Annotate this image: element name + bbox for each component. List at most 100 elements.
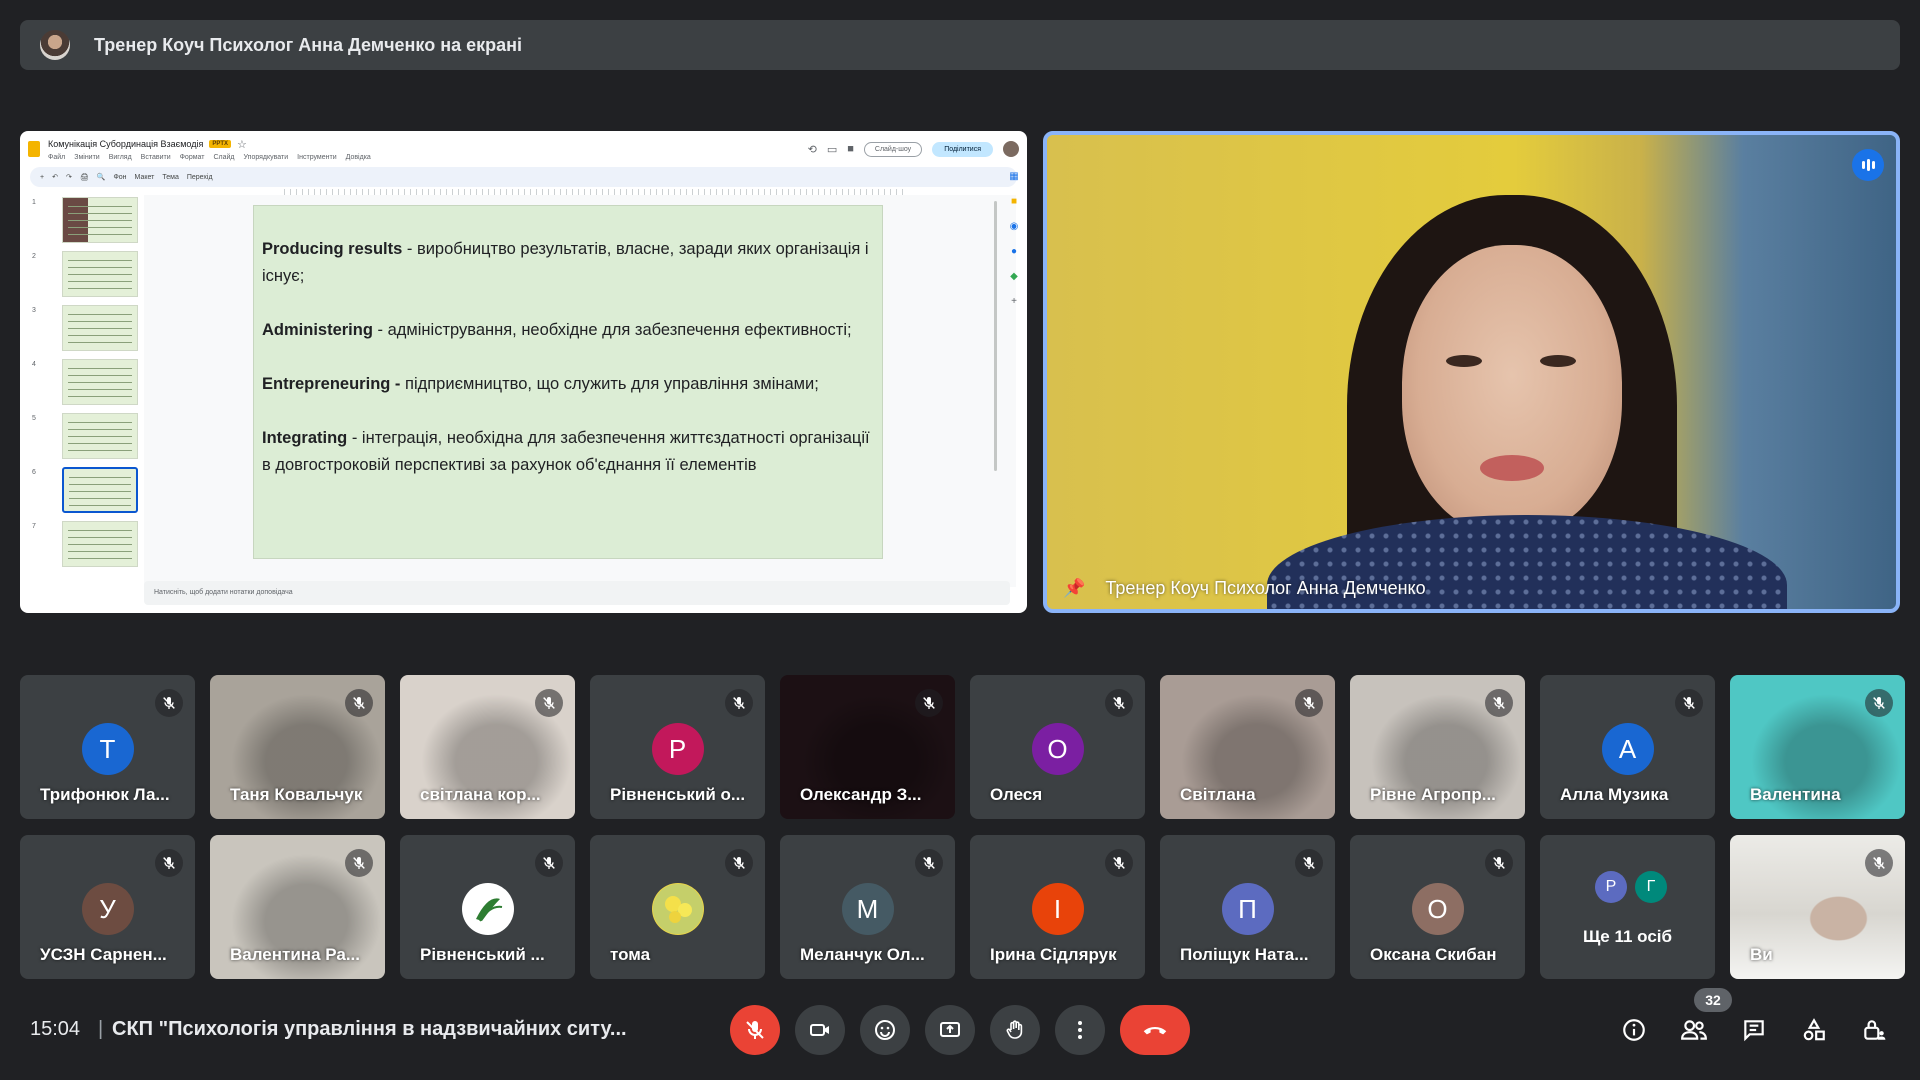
- slide-thumbnail-row: 6: [26, 465, 142, 519]
- slides-menu-item: Інструменти: [297, 153, 337, 161]
- people-icon: [1681, 1020, 1707, 1040]
- participant-tile[interactable]: тома: [590, 835, 765, 979]
- presentation-tile[interactable]: Комунікація Субординація Взаємодія PPTX …: [20, 131, 1027, 613]
- participant-name: Валентина Ра...: [230, 945, 360, 964]
- mic-off-icon: [1105, 849, 1133, 877]
- participants-count-badge: 32: [1694, 988, 1732, 1012]
- participant-name: Валентина: [1750, 785, 1841, 804]
- mini-avatar: Г: [1635, 871, 1667, 903]
- slides-menu-item: Формат: [179, 153, 205, 161]
- participant-video-tile[interactable]: Валентина: [1730, 675, 1905, 819]
- mic-toggle-button[interactable]: [730, 1005, 780, 1055]
- self-view-tile[interactable]: Ви: [1730, 835, 1905, 979]
- speaker-notes: Натисніть, щоб додати нотатки доповідача: [144, 581, 1010, 605]
- end-call-button[interactable]: [1120, 1005, 1190, 1055]
- participant-tile[interactable]: І Ірина Сідлярук: [970, 835, 1145, 979]
- chat-icon: [1744, 1020, 1764, 1042]
- slide-term: Entrepreneuring -: [262, 375, 401, 393]
- reactions-button[interactable]: [860, 1005, 910, 1055]
- slide-thumbnail-row: 7: [26, 519, 142, 573]
- participant-tile[interactable]: П Поліщук Ната...: [1160, 835, 1335, 979]
- camera-toggle-button[interactable]: [795, 1005, 845, 1055]
- mic-off-icon: [725, 689, 753, 717]
- participant-tile[interactable]: Рівненський ...: [400, 835, 575, 979]
- participant-video-tile[interactable]: Олександр З...: [780, 675, 955, 819]
- more-participants-tile[interactable]: Р Г Ще 11 осіб: [1540, 835, 1715, 979]
- slide-term: Integrating: [262, 429, 348, 447]
- participant-tile[interactable]: М Меланчук Ол...: [780, 835, 955, 979]
- presenting-banner-text: Тренер Коуч Психолог Анна Демченко на ек…: [94, 34, 522, 55]
- participant-name: Рівненський ...: [420, 945, 545, 964]
- comment-icon: ▭: [826, 143, 838, 156]
- participant-tile[interactable]: Т Трифонюк Ла...: [20, 675, 195, 819]
- participant-avatar: М: [841, 883, 894, 935]
- slide-thumbnail: [62, 359, 138, 405]
- slide-paragraph: Entrepreneuring - підприємництво, що слу…: [262, 371, 874, 398]
- speaker-tile[interactable]: 📌 Тренер Коуч Психолог Анна Демченко: [1043, 131, 1900, 613]
- toolbar-tool-icon: 🖨: [79, 174, 89, 181]
- participant-video-tile[interactable]: Таня Ковальчук: [210, 675, 385, 819]
- self-name: Ви: [1750, 945, 1773, 964]
- participant-avatar: Р: [651, 723, 704, 775]
- slides-menu-item: Довідка: [345, 153, 371, 161]
- slide-thumbnail: [62, 467, 138, 513]
- mini-avatar: Р: [1595, 871, 1627, 903]
- meeting-clock: 15:04: [30, 1018, 81, 1040]
- chat-button[interactable]: [1734, 1010, 1774, 1050]
- participant-video-tile[interactable]: Світлана: [1160, 675, 1335, 819]
- participant-video-tile[interactable]: Валентина Ра...: [210, 835, 385, 979]
- slide-thumbnail: [62, 305, 138, 351]
- slide-thumbnail-row: 1: [26, 195, 142, 249]
- mic-off-icon: [345, 689, 373, 717]
- slides-menu-item: Упорядкувати: [243, 153, 289, 161]
- slide-term: Administering: [262, 321, 373, 339]
- mic-off-icon: [1865, 849, 1893, 877]
- present-screen-button[interactable]: [925, 1005, 975, 1055]
- participant-tile[interactable]: О Оксана Скибан: [1350, 835, 1525, 979]
- meeting-title: СКП "Психологія управління в надзвичайни…: [112, 1018, 627, 1040]
- participant-avatar: У: [81, 883, 134, 935]
- slide-term: Producing results: [262, 240, 403, 258]
- lock-person-icon: [1864, 1020, 1886, 1040]
- people-button[interactable]: [1674, 1010, 1714, 1050]
- participant-name: Оксана Скибан: [1370, 945, 1497, 964]
- participant-avatar: А: [1601, 723, 1654, 775]
- raise-hand-button[interactable]: [990, 1005, 1040, 1055]
- pin-icon[interactable]: 📌: [1063, 578, 1085, 599]
- meeting-details-button[interactable]: [1614, 1010, 1654, 1050]
- more-participants-label: Ще 11 осіб: [1582, 927, 1673, 946]
- emoji-icon: [875, 1020, 895, 1040]
- participant-name: Меланчук Ол...: [800, 945, 925, 964]
- slide-thumbnail-row: 2: [26, 249, 142, 303]
- mic-off-icon: [915, 849, 943, 877]
- mic-off-icon: [1295, 849, 1323, 877]
- mic-off-icon: [1105, 689, 1133, 717]
- slide-definition: підприємництво, що служить для управлінн…: [400, 375, 819, 393]
- participant-tile[interactable]: О Олеся: [970, 675, 1145, 819]
- activities-button[interactable]: [1794, 1010, 1834, 1050]
- slide-scrollbar: [994, 201, 997, 471]
- share-button: Поділитися: [932, 141, 993, 157]
- participant-name: Рівненський о...: [610, 785, 746, 804]
- participant-tile[interactable]: А Алла Музика: [1540, 675, 1715, 819]
- speaker-name: Тренер Коуч Психолог Анна Демченко: [1105, 578, 1426, 598]
- slide-thumbnail: [62, 251, 138, 297]
- participant-video-tile[interactable]: світлана кор...: [400, 675, 575, 819]
- slides-menu-bar: Файл Змінити Вигляд Вставити Формат Слайд Упор…: [48, 154, 371, 161]
- slide-paragraph: Integrating - інтеграція, необхідна для …: [262, 425, 874, 479]
- participant-video-tile[interactable]: Рівне Агропр...: [1350, 675, 1525, 819]
- host-controls-button[interactable]: [1854, 1010, 1894, 1050]
- current-slide: Producing results - виробництво результа…: [253, 205, 883, 559]
- participant-tile[interactable]: У УСЗН Сарнен...: [20, 835, 195, 979]
- participant-tile[interactable]: Р Рівненський о...: [590, 675, 765, 819]
- slide-thumbnail: [62, 521, 138, 567]
- slides-header: Комунікація Субординація Взаємодія PPTX …: [20, 131, 1027, 167]
- speaking-indicator-icon: [1852, 149, 1884, 181]
- toolbar-tool-icon: 🔍: [96, 174, 106, 181]
- presenting-banner: Тренер Коуч Психолог Анна Демченко на ек…: [20, 20, 1900, 70]
- more-options-button[interactable]: [1055, 1005, 1105, 1055]
- mic-off-icon: [1865, 689, 1893, 717]
- toolbar-tool-icon: ↷: [65, 174, 72, 181]
- mic-off-icon: [155, 689, 183, 717]
- slide-number: 5: [32, 415, 36, 422]
